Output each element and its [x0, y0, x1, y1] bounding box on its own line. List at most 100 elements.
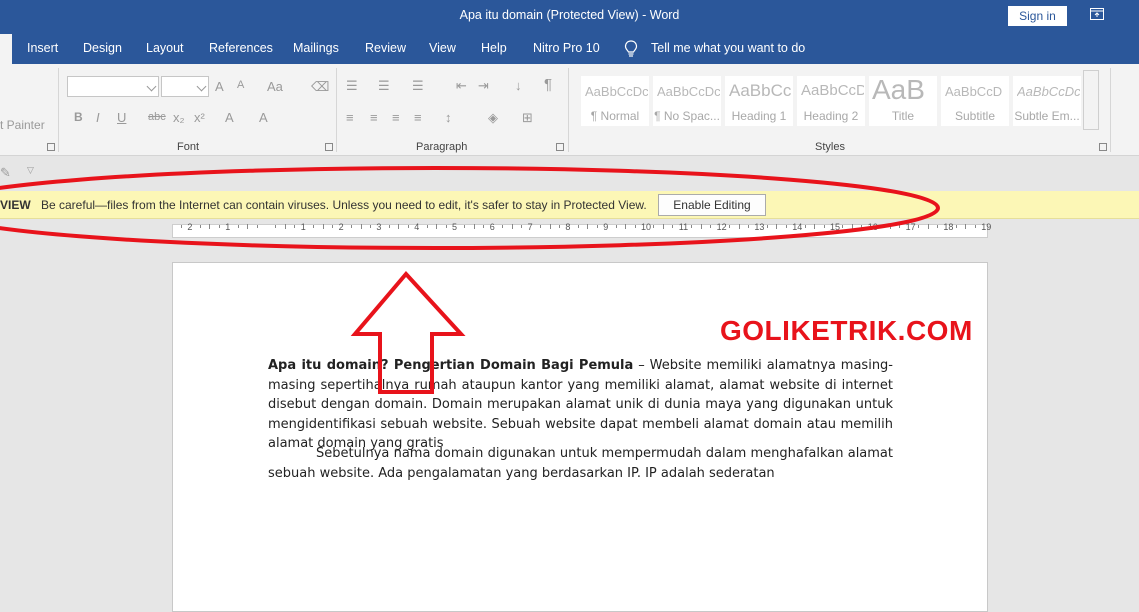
ruler-tick	[351, 225, 353, 228]
tab-help[interactable]: Help	[481, 41, 507, 55]
change-case-icon[interactable]: Aa	[267, 79, 283, 94]
ruler-tick	[880, 225, 882, 228]
clipboard-launcher-icon[interactable]	[47, 143, 55, 151]
title-bar: Apa itu domain (Protected View) - Word S…	[0, 0, 1139, 34]
sign-in-button[interactable]: Sign in	[1008, 6, 1067, 26]
ruler-tick	[965, 224, 967, 229]
protected-view-title: VIEW	[0, 198, 31, 212]
ruler-tick	[927, 224, 929, 229]
sort-icon[interactable]: ↓	[515, 78, 522, 93]
tab-design[interactable]: Design	[83, 41, 122, 55]
italic-icon[interactable]: I	[96, 110, 100, 125]
ruler-tick	[936, 225, 938, 228]
group-divider	[336, 68, 337, 152]
numbering-icon[interactable]: ☰	[378, 78, 390, 94]
justify-icon[interactable]: ≡	[414, 110, 422, 125]
ruler-tick	[407, 225, 409, 228]
style-sample: AaB	[872, 74, 925, 105]
enable-editing-button[interactable]: Enable Editing	[658, 194, 766, 216]
ruler-label: 17	[905, 222, 916, 232]
style-title[interactable]: AaB Title	[869, 74, 937, 126]
multilevel-list-icon[interactable]: ☰	[412, 78, 424, 94]
style-subtle-emphasis[interactable]: AaBbCcDc Subtle Em...	[1013, 76, 1081, 126]
shading-icon[interactable]: ◈	[488, 110, 498, 126]
style-sample: AaBbCcD	[945, 84, 1003, 99]
shrink-font-icon[interactable]: A	[237, 79, 244, 91]
strikethrough-icon[interactable]: abc	[148, 111, 166, 123]
borders-icon[interactable]: ⊞	[522, 110, 533, 126]
ruler-tick	[955, 225, 957, 228]
ruler-tick	[464, 225, 466, 228]
lightbulb-icon	[624, 40, 638, 57]
style-sample: AaBbCcDc	[1017, 84, 1080, 99]
ruler-tick	[436, 224, 438, 229]
tab-mailings[interactable]: Mailings	[293, 41, 339, 55]
quick-access-toolbar: ✎ ▽	[0, 157, 1139, 189]
document-paragraph-2[interactable]: Sebetulnya nama domain digunakan untuk m…	[268, 444, 893, 483]
ruler-label: 14	[792, 222, 803, 232]
ruler-tick	[237, 225, 239, 228]
line-spacing-icon[interactable]: ↕	[445, 110, 452, 125]
tab-view[interactable]: View	[429, 41, 456, 55]
ruler-tick	[587, 224, 589, 229]
ruler-tick	[918, 225, 920, 228]
ruler-tick	[426, 225, 428, 228]
ruler-label: 8	[565, 222, 571, 232]
bullets-icon[interactable]: ☰	[346, 78, 358, 94]
underline-icon[interactable]: U	[117, 110, 126, 125]
ruler-label: 10	[641, 222, 652, 232]
ruler-tick	[625, 224, 627, 229]
document-page[interactable]: GOLIKETRIK.COM Apa itu domain? Pengertia…	[172, 262, 988, 612]
tab-home-partial[interactable]	[0, 34, 12, 64]
paragraph-launcher-icon[interactable]	[556, 143, 564, 151]
customize-toolbar-icon[interactable]: ▽	[27, 165, 34, 176]
font-color-icon[interactable]: A	[259, 110, 268, 125]
ribbon-display-options-icon[interactable]	[1090, 8, 1104, 20]
tab-review[interactable]: Review	[365, 41, 406, 55]
styles-gallery-scroll[interactable]	[1083, 70, 1099, 130]
ruler-tick	[776, 224, 778, 229]
horizontal-ruler[interactable]: 2 1 1 2 3 4 5 6 7 8 9 10 11 12 13 14 15 16 17 18 19	[0, 220, 1139, 242]
tab-layout[interactable]: Layout	[146, 41, 184, 55]
font-name-combo[interactable]	[67, 76, 159, 97]
subscript-icon[interactable]: x₂	[173, 110, 185, 125]
grow-font-icon[interactable]: A	[215, 79, 224, 94]
font-launcher-icon[interactable]	[325, 143, 333, 151]
text-effects-icon[interactable]: A	[225, 110, 234, 125]
ruler-tick	[511, 224, 513, 229]
ruler-tick	[209, 224, 211, 229]
style-sample: AaBbCc	[729, 81, 792, 100]
increase-indent-icon[interactable]: ⇥	[478, 78, 489, 94]
style-subtitle[interactable]: AaBbCcD Subtitle	[941, 76, 1009, 126]
document-paragraph-1[interactable]: Apa itu domain? Pengertian Domain Bagi P…	[268, 356, 893, 454]
align-left-icon[interactable]: ≡	[346, 110, 354, 125]
superscript-icon[interactable]: x²	[194, 110, 205, 125]
paragraph-group-label: Paragraph	[416, 141, 468, 153]
tab-insert[interactable]: Insert	[27, 41, 58, 55]
decrease-indent-icon[interactable]: ⇤	[456, 78, 467, 94]
format-painter-label[interactable]: t Painter	[0, 118, 45, 132]
tell-me-search[interactable]: Tell me what you want to do	[651, 41, 805, 55]
align-center-icon[interactable]: ≡	[370, 110, 378, 125]
bold-icon[interactable]: B	[74, 110, 83, 124]
style-heading-2[interactable]: AaBbCcD Heading 2	[797, 76, 865, 126]
ruler-label: 6	[489, 222, 495, 232]
styles-launcher-icon[interactable]	[1099, 143, 1107, 151]
style-heading-1[interactable]: AaBbCc Heading 1	[725, 76, 793, 126]
ruler-tick	[180, 225, 182, 228]
font-size-combo[interactable]	[161, 76, 209, 97]
align-right-icon[interactable]: ≡	[392, 110, 400, 125]
ruler-tick	[889, 224, 891, 229]
ruler-tick	[672, 225, 674, 228]
style-normal[interactable]: AaBbCcDc ¶ Normal	[581, 76, 649, 126]
show-formatting-marks-icon[interactable]: ¶	[544, 76, 552, 93]
group-divider	[1110, 68, 1111, 152]
tab-nitro-pro[interactable]: Nitro Pro 10	[533, 41, 600, 55]
ruler-label: 18	[943, 222, 954, 232]
tab-references[interactable]: References	[209, 41, 273, 55]
ruler-label: 2	[338, 222, 344, 232]
touch-mode-icon[interactable]: ✎	[0, 165, 11, 181]
ruler-tick	[473, 224, 475, 229]
style-no-spacing[interactable]: AaBbCcDc ¶ No Spac...	[653, 76, 721, 126]
clear-formatting-icon[interactable]: ⌫	[311, 79, 329, 95]
